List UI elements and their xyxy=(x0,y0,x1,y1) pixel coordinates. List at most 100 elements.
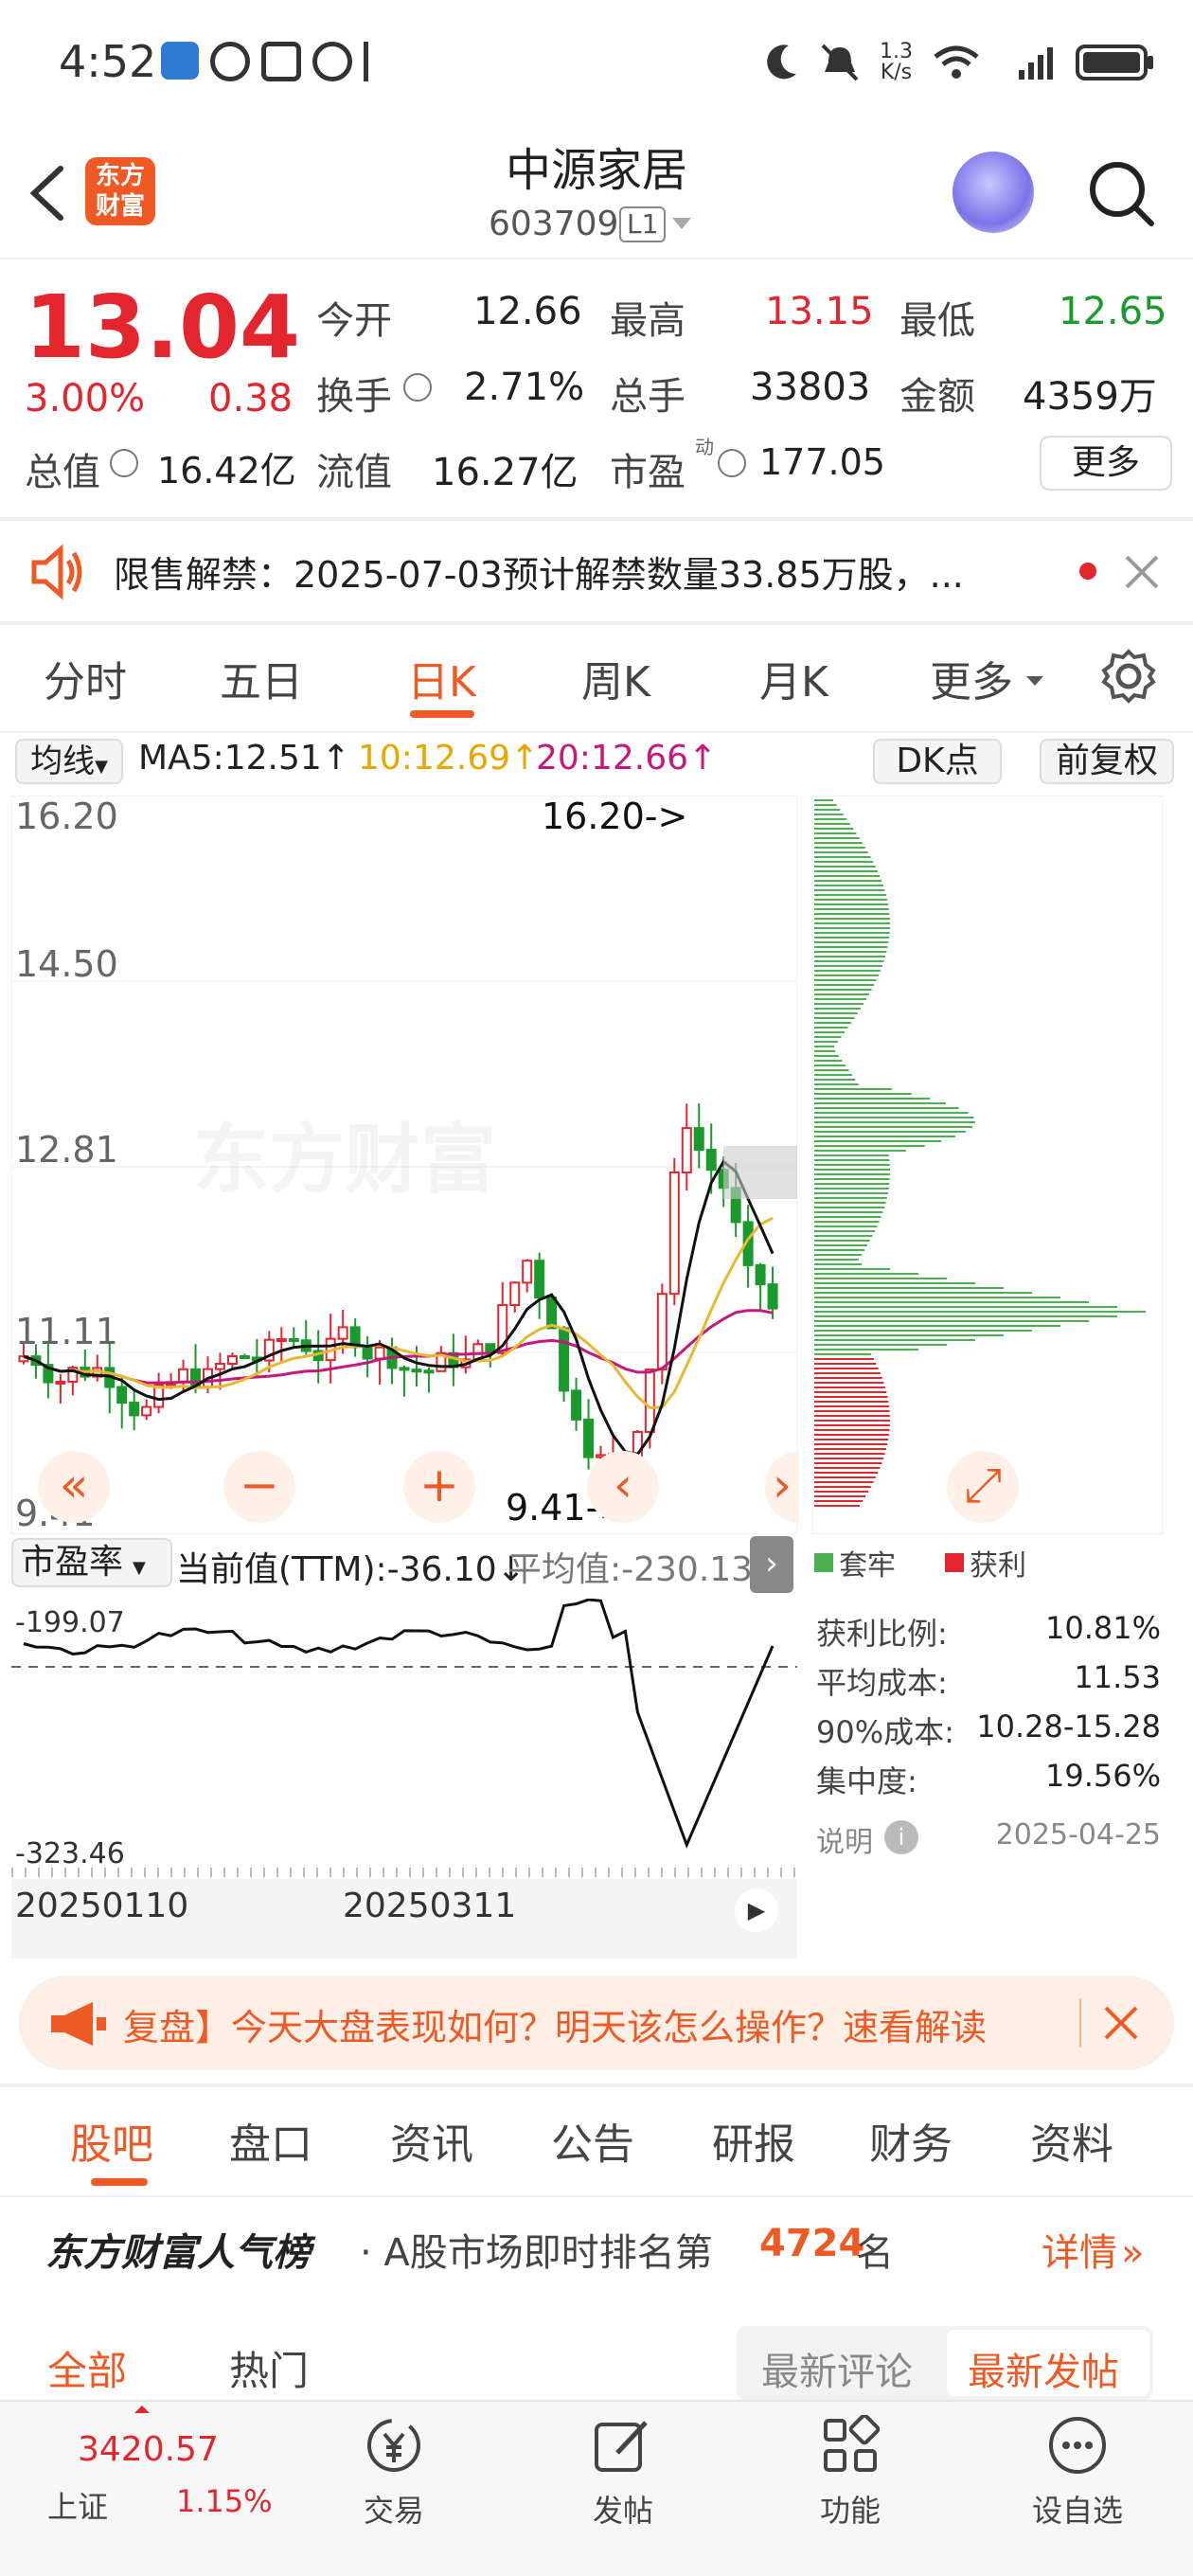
watermark: 东方财富 xyxy=(193,1099,496,1208)
chip-note-link[interactable]: 说明 xyxy=(816,1818,873,1860)
prev-button[interactable]: ‹ xyxy=(587,1451,659,1523)
notice-text: 限售解禁：2025-07-03预计解禁数量33.85万股，... xyxy=(114,554,964,596)
indicator-expand-button[interactable]: › xyxy=(750,1536,793,1593)
chip-bar xyxy=(814,1012,858,1014)
info-icon[interactable]: i xyxy=(884,1820,918,1854)
chip-bar xyxy=(814,956,886,957)
assistant-avatar[interactable] xyxy=(953,152,1034,233)
rewind-button[interactable]: « xyxy=(38,1451,110,1523)
tab-more[interactable]: 更多 xyxy=(930,648,1013,708)
more-button[interactable]: 更多 xyxy=(1040,436,1172,491)
chip-bar xyxy=(814,918,890,920)
chip-bar xyxy=(814,1486,871,1488)
search-icon[interactable] xyxy=(1087,159,1155,227)
nav-functions[interactable]: 功能 xyxy=(775,2487,926,2531)
subtab-all[interactable]: 全部 xyxy=(47,2339,127,2397)
bluetooth-icon xyxy=(364,42,388,81)
nav-add-watchlist[interactable]: 设自选 xyxy=(1002,2487,1153,2531)
tab-daily-k[interactable]: 日K xyxy=(407,648,476,708)
chip-bar xyxy=(814,1382,884,1384)
chip-bar xyxy=(814,1424,890,1426)
zoom-in-button[interactable]: + xyxy=(403,1451,475,1523)
ma-select[interactable]: 均线▼ xyxy=(15,739,123,784)
nav-post[interactable]: 发帖 xyxy=(547,2487,699,2531)
chip-bar xyxy=(814,1420,890,1422)
candle xyxy=(276,1337,287,1342)
tab-pankou[interactable]: 盘口 xyxy=(229,2110,312,2171)
rank-detail-link[interactable]: 详情» xyxy=(1042,2222,1144,2277)
subtab-hot[interactable]: 热门 xyxy=(229,2339,309,2397)
period-tabs: 分时 五日 日K 周K 月K 更多 xyxy=(0,625,1193,729)
chevron-down-icon[interactable] xyxy=(1024,674,1045,688)
tab-research[interactable]: 研报 xyxy=(712,2110,795,2171)
screen: { "status_bar": {"time": "4:52", "networ… xyxy=(0,0,1193,2576)
dk-button[interactable]: DK点 xyxy=(873,739,1002,784)
unlock-notice[interactable]: 限售解禁：2025-07-03预计解禁数量33.85万股，... xyxy=(0,519,1193,623)
tab-monthly-k[interactable]: 月K xyxy=(759,648,828,708)
trade-icon[interactable] xyxy=(364,2415,424,2476)
expand-button[interactable]: ⤢ xyxy=(947,1451,1019,1523)
chip-bar xyxy=(814,1368,879,1369)
profit-legend-swatch xyxy=(945,1553,964,1572)
play-button[interactable]: ▶ xyxy=(735,1888,778,1932)
candle xyxy=(681,1127,692,1174)
tab-intraday[interactable]: 分时 xyxy=(44,648,127,708)
tab-announcements[interactable]: 公告 xyxy=(551,2110,634,2171)
status-time: 4:52 xyxy=(59,36,157,87)
grid-icon[interactable] xyxy=(820,2415,881,2476)
chip-bar xyxy=(814,1263,862,1265)
chip-bar xyxy=(814,1069,849,1071)
chip-bar xyxy=(814,1074,852,1076)
info-icon[interactable] xyxy=(110,449,138,477)
tab-finance[interactable]: 财务 xyxy=(869,2110,953,2171)
chip-bar xyxy=(814,1491,869,1493)
mktcap-value: 16.42亿 xyxy=(157,450,296,492)
close-icon[interactable] xyxy=(1123,553,1161,591)
chip-bar xyxy=(814,951,887,953)
chip-bar xyxy=(814,1060,843,1062)
gear-icon[interactable] xyxy=(1100,648,1157,705)
concentration-label: 集中度: xyxy=(816,1763,917,1799)
speaker-icon xyxy=(31,544,82,600)
compose-icon[interactable] xyxy=(593,2415,653,2476)
chip-bar xyxy=(814,1334,1004,1336)
indicator-average: 平均值:-230.13 xyxy=(507,1550,754,1589)
chip-bar xyxy=(814,1050,836,1052)
more-dots-icon[interactable] xyxy=(1047,2415,1108,2476)
close-icon[interactable] xyxy=(1102,2004,1140,2042)
chip-bar xyxy=(814,1126,973,1128)
review-promo-banner[interactable]: 复盘】今天大盘表现如何？明天该怎么操作？速看解读 xyxy=(19,1976,1174,2070)
indicator-select[interactable]: 市盈率 ▼ xyxy=(11,1538,172,1587)
chip-bar xyxy=(814,1358,874,1360)
chip-bar xyxy=(814,837,860,839)
zoom-out-button[interactable]: − xyxy=(223,1451,295,1523)
nav-trade[interactable]: 交易 xyxy=(318,2487,470,2531)
tab-news[interactable]: 资讯 xyxy=(390,2110,473,2171)
candle xyxy=(668,1172,680,1296)
level-badge[interactable]: L1 xyxy=(619,206,667,242)
sort-latest-comment[interactable]: 最新评论 xyxy=(761,2341,913,2396)
chip-bar xyxy=(814,1008,861,1010)
chip-bar xyxy=(814,1107,959,1109)
index-value[interactable]: 3420.57 xyxy=(78,2430,219,2469)
chevron-down-icon[interactable] xyxy=(670,216,693,231)
chip-bar xyxy=(814,1221,880,1223)
tab-profile[interactable]: 资料 xyxy=(1030,2110,1113,2171)
chip-bar xyxy=(814,1405,890,1407)
adjust-button[interactable]: 前复权 xyxy=(1040,739,1174,784)
info-icon[interactable] xyxy=(403,373,432,402)
float-label: 流值 xyxy=(316,451,392,494)
chip-bar xyxy=(814,823,850,825)
cost-90-label: 90%成本: xyxy=(816,1714,954,1750)
sort-latest-post[interactable]: 最新发帖 xyxy=(968,2341,1119,2396)
max-price-annotation: 16.20-> xyxy=(542,796,688,837)
tab-weekly-k[interactable]: 周K xyxy=(581,648,650,708)
avg-cost-label: 平均成本: xyxy=(816,1665,948,1701)
tab-five-day[interactable]: 五日 xyxy=(220,648,303,708)
candle xyxy=(374,1346,385,1360)
info-icon[interactable] xyxy=(718,449,746,477)
rank-detail-label: 详情 xyxy=(1042,2231,1117,2275)
tab-guba[interactable]: 股吧 xyxy=(70,2110,153,2171)
chip-bar xyxy=(814,1202,886,1204)
mute-icon xyxy=(821,44,859,81)
